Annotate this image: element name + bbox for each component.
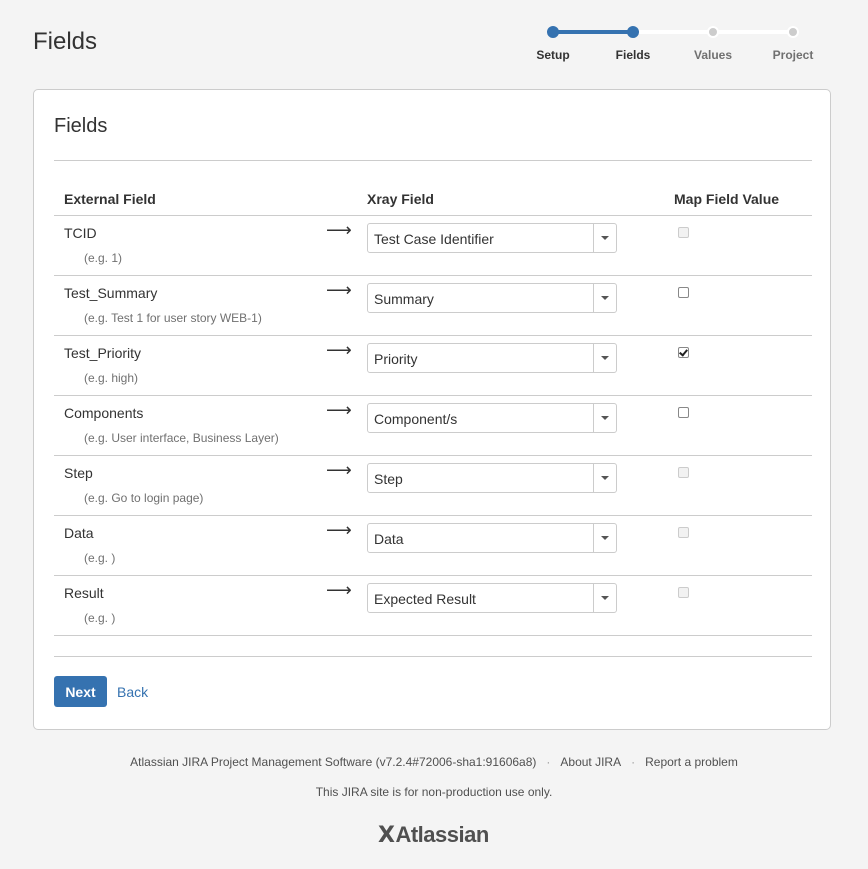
xray-field-value: Component/s (374, 411, 458, 427)
external-field-example: (e.g. Go to login page) (84, 491, 204, 505)
xray-field-select[interactable]: Data (367, 523, 617, 553)
table-row: Data (e.g. ) ⟶ Data (54, 515, 812, 575)
tracker-dot-fields (627, 26, 639, 38)
map-field-value-checkbox[interactable] (678, 287, 689, 298)
chevron-down-icon[interactable] (593, 344, 616, 372)
external-field-example: (e.g. high) (84, 371, 139, 385)
column-header-xray: Xray Field (367, 191, 434, 207)
chevron-down-icon[interactable] (593, 284, 616, 312)
arrow-icon: ⟶ (326, 400, 352, 420)
table-row: Test_Summary (e.g. Test 1 for user story… (54, 275, 812, 335)
footer-separator: · (631, 755, 636, 769)
footer-report-link[interactable]: Report a problem (645, 755, 738, 769)
table-row: Test_Priority (e.g. high) ⟶ Priority (54, 335, 812, 395)
external-field-example: (e.g. User interface, Business Layer) (84, 431, 279, 445)
chevron-down-icon[interactable] (593, 404, 616, 432)
arrow-icon: ⟶ (326, 580, 352, 600)
next-button[interactable]: Next (54, 676, 107, 707)
atlassian-logo-icon: Ⅹ (378, 822, 395, 847)
arrow-icon: ⟶ (326, 520, 352, 540)
external-field-name: Test_Priority (64, 345, 142, 361)
arrow-icon: ⟶ (326, 280, 352, 300)
footer-notice: This JIRA site is for non-production use… (315, 785, 553, 799)
progress-tracker: Setup Fields Values Project (513, 22, 833, 72)
tracker-line-done (553, 30, 633, 34)
xray-field-value: Step (374, 471, 403, 487)
arrow-icon: ⟶ (326, 340, 352, 360)
external-field-example: (e.g. 1) (84, 251, 123, 265)
xray-field-value: Summary (374, 291, 434, 307)
tracker-step-setup[interactable]: Setup (513, 48, 593, 62)
divider (54, 656, 812, 657)
map-field-value-checkbox (678, 527, 689, 538)
external-field-name: Data (64, 525, 94, 541)
table-row: TCID (e.g. 1) ⟶ Test Case Identifier (54, 215, 812, 275)
chevron-down-icon[interactable] (593, 464, 616, 492)
column-header-external: External Field (64, 191, 156, 207)
footer-links: Atlassian JIRA Project Management Softwa… (0, 755, 868, 769)
external-field-name: Result (64, 585, 104, 601)
column-header-map: Map Field Value (674, 191, 780, 207)
divider (54, 160, 812, 161)
tracker-step-values: Values (693, 48, 733, 62)
fields-panel: Fields External Field Xray Field Map Fie… (33, 89, 831, 730)
external-field-example: (e.g. Test 1 for user story WEB-1) (84, 311, 262, 325)
external-field-example: (e.g. ) (84, 551, 116, 565)
footer-separator: · (546, 755, 551, 769)
footer-about-link[interactable]: About JIRA (560, 755, 621, 769)
map-field-value-checkbox[interactable] (678, 407, 689, 418)
xray-field-select[interactable]: Component/s (367, 403, 617, 433)
tracker-step-fields: Fields (615, 48, 651, 62)
xray-field-select[interactable]: Test Case Identifier (367, 223, 617, 253)
xray-field-select[interactable]: Expected Result (367, 583, 617, 613)
table-row: Components (e.g. User interface, Busines… (54, 395, 812, 455)
atlassian-logo[interactable]: ⅩAtlassian (378, 822, 489, 848)
external-field-name: Test_Summary (64, 285, 158, 301)
arrow-icon: ⟶ (326, 220, 352, 240)
map-field-value-checkbox[interactable] (678, 347, 689, 358)
tracker-step-project: Project (772, 48, 814, 62)
map-field-value-checkbox (678, 467, 689, 478)
external-field-name: TCID (64, 225, 97, 241)
xray-field-select[interactable]: Priority (367, 343, 617, 373)
map-field-value-checkbox (678, 587, 689, 598)
tracker-dot-project (787, 26, 799, 38)
external-field-name: Step (64, 465, 93, 481)
table-row: Result (e.g. ) ⟶ Expected Result (54, 575, 812, 636)
back-link[interactable]: Back (117, 684, 148, 700)
footer-software-link[interactable]: Atlassian JIRA Project Management Softwa… (130, 755, 536, 769)
tracker-dot-values (707, 26, 719, 38)
xray-field-value: Data (374, 531, 404, 547)
chevron-down-icon[interactable] (593, 224, 616, 252)
tracker-dot-setup (547, 26, 559, 38)
table-row: Step (e.g. Go to login page) ⟶ Step (54, 455, 812, 515)
arrow-icon: ⟶ (326, 460, 352, 480)
external-field-example: (e.g. ) (84, 611, 116, 625)
xray-field-select[interactable]: Summary (367, 283, 617, 313)
chevron-down-icon[interactable] (593, 524, 616, 552)
xray-field-value: Priority (374, 351, 418, 367)
external-field-name: Components (64, 405, 144, 421)
panel-title: Fields (54, 115, 108, 137)
xray-field-select[interactable]: Step (367, 463, 617, 493)
map-field-value-checkbox (678, 227, 689, 238)
xray-field-value: Expected Result (374, 591, 476, 607)
chevron-down-icon[interactable] (593, 584, 616, 612)
xray-field-value: Test Case Identifier (374, 231, 494, 247)
page-title: Fields (33, 28, 98, 55)
atlassian-logo-text: Atlassian (395, 822, 489, 847)
